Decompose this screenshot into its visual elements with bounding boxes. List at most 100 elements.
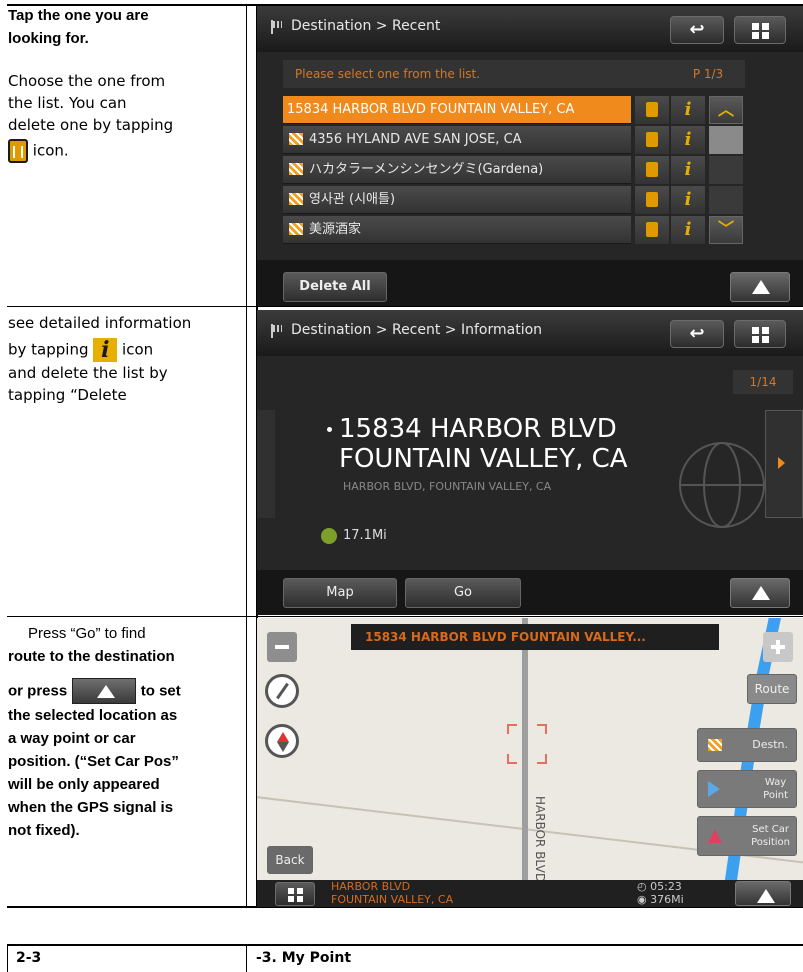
- footer-divider: [246, 946, 247, 972]
- prev-arrow[interactable]: [257, 410, 275, 518]
- trash-icon: [8, 139, 28, 163]
- info-icon[interactable]: i: [671, 216, 705, 244]
- list-item[interactable]: ハカタラーメンシンセングミ(Gardena): [283, 156, 631, 184]
- section-title: -3. My Point: [256, 950, 352, 966]
- current-city: FOUNTAIN VALLEY, CA: [331, 893, 454, 906]
- way-point-label: Point: [763, 790, 788, 801]
- instruction-line: to set: [140, 682, 181, 700]
- flag-icon: [708, 739, 722, 751]
- instruction-cell-2: see detailed information by tapping i ic…: [8, 312, 244, 406]
- distance-value: 17.1Mi: [343, 528, 387, 543]
- instruction-line: not fixed).: [8, 822, 80, 839]
- list-item-label: 15834 HARBOR BLVD FOUNTAIN VALLEY, CA: [287, 102, 575, 117]
- instruction-desc-line: icon.: [32, 141, 69, 160]
- way-point-label: Way: [764, 777, 787, 788]
- globe-icon: [679, 442, 765, 528]
- scroll-down-button[interactable]: ﹀: [709, 216, 743, 244]
- menu-grid-button[interactable]: [734, 320, 786, 348]
- menu-grid-button[interactable]: [275, 882, 315, 906]
- instruction-line: tapping “Delete: [8, 386, 127, 404]
- list-item[interactable]: 美源酒家: [283, 216, 631, 244]
- set-car-label: Set Car: [752, 824, 789, 835]
- instruction-cell-1: Tap the one you are looking for. Choose …: [8, 4, 244, 163]
- crosshair-icon: [507, 724, 547, 764]
- scrollbar-track[interactable]: [709, 186, 743, 214]
- trash-icon[interactable]: [635, 186, 669, 214]
- footer-rule: [7, 944, 803, 946]
- up-arrow-button[interactable]: [730, 578, 790, 608]
- scrollbar-track[interactable]: [709, 156, 743, 184]
- list-item[interactable]: 4356 HYLAND AVE SAN JOSE, CA: [283, 126, 631, 154]
- instruction-desc: Choose the one from the list. You can de…: [8, 70, 244, 163]
- screen-header: Destination > Recent: [257, 6, 803, 52]
- list-item-label: 4356 HYLAND AVE SAN JOSE, CA: [309, 132, 522, 147]
- destination-label: Destn.: [752, 738, 788, 751]
- set-car-label: Position: [751, 837, 790, 848]
- delete-all-button[interactable]: Delete All: [283, 272, 387, 302]
- trash-icon[interactable]: [635, 216, 669, 244]
- go-button[interactable]: Go: [405, 578, 521, 608]
- page-indicator: 1/14: [733, 370, 793, 394]
- instruction-title: Tap the one you are looking for.: [8, 4, 244, 50]
- address-title: 15834 HARBOR BLVD FOUNTAIN VALLEY, CA: [327, 414, 628, 474]
- instruction-line: and delete the list by: [8, 364, 168, 382]
- recent-list-screen: Destination > Recent Please select one f…: [257, 6, 803, 306]
- list-item[interactable]: 영사관 (시애틀): [283, 186, 631, 214]
- column-divider: [246, 4, 247, 908]
- scroll-up-button[interactable]: ︿: [709, 96, 743, 124]
- back-button[interactable]: [670, 320, 724, 348]
- list-item[interactable]: 15834 HARBOR BLVD FOUNTAIN VALLEY, CA: [283, 96, 631, 124]
- instruction-line: by tapping: [8, 340, 89, 359]
- north-arrow-icon[interactable]: [265, 724, 299, 758]
- information-screen: Destination > Recent > Information 1/14 …: [257, 310, 803, 615]
- map-button[interactable]: Map: [283, 578, 397, 608]
- instruction-line: route to the destination: [8, 648, 175, 665]
- instruction-line: Press “Go” to find: [28, 625, 146, 642]
- scrollbar-thumb[interactable]: [709, 126, 743, 154]
- instruction-line: will be only appeared: [8, 776, 160, 793]
- info-icon[interactable]: i: [671, 96, 705, 124]
- screen-header: Destination > Recent > Information: [257, 310, 803, 356]
- up-arrow-button[interactable]: [735, 881, 791, 906]
- page-number: 2-3: [16, 950, 42, 966]
- address-subtitle: HARBOR BLVD, FOUNTAIN VALLEY, CA: [343, 480, 552, 493]
- remaining-distance: 376Mi: [650, 893, 684, 906]
- waypoint-flag-icon: [708, 781, 720, 797]
- instruction-line: see detailed information: [8, 314, 192, 332]
- street-label: HARBOR BLVD: [533, 796, 547, 883]
- chevron-right-icon: [778, 457, 785, 469]
- map-screen: 15834 HARBOR BLVD FOUNTAIN VALLEY... HAR…: [257, 618, 803, 907]
- zoom-out-button[interactable]: [267, 632, 297, 662]
- trash-icon[interactable]: [635, 96, 669, 124]
- route-button[interactable]: Route: [747, 674, 797, 704]
- row-divider: [7, 616, 803, 617]
- info-icon[interactable]: i: [671, 126, 705, 154]
- trash-icon[interactable]: [635, 156, 669, 184]
- info-icon[interactable]: i: [671, 186, 705, 214]
- back-button[interactable]: [670, 16, 724, 44]
- arrival-time: 05:23: [650, 880, 682, 893]
- up-arrow-button[interactable]: [730, 272, 790, 302]
- way-point-button[interactable]: Way Point: [697, 770, 797, 808]
- destination-banner: 15834 HARBOR BLVD FOUNTAIN VALLEY...: [351, 624, 719, 650]
- address-line-1: 15834 HARBOR BLVD: [339, 414, 617, 444]
- list-item-label: 美源酒家: [309, 222, 362, 237]
- list-item-label: ハカタラーメンシンセングミ(Gardena): [309, 162, 544, 177]
- screen-title: Destination > Recent: [291, 18, 441, 34]
- menu-grid-button[interactable]: [734, 16, 786, 44]
- back-button[interactable]: Back: [267, 846, 313, 874]
- info-icon[interactable]: i: [671, 156, 705, 184]
- instruction-line: icon: [122, 340, 154, 359]
- trash-icon[interactable]: [635, 126, 669, 154]
- zoom-in-button[interactable]: [763, 632, 793, 662]
- destination-button[interactable]: Destn.: [697, 728, 797, 762]
- instruction-line: when the GPS signal is: [8, 799, 174, 816]
- set-car-position-button[interactable]: Set Car Position: [697, 816, 797, 856]
- next-button[interactable]: [765, 410, 803, 518]
- instruction-desc-line: the list. You can: [8, 94, 127, 112]
- page-indicator: P 1/3: [671, 60, 745, 88]
- address-line-2: FOUNTAIN VALLEY, CA: [339, 444, 628, 474]
- distance-icon: [321, 528, 337, 544]
- compass-icon[interactable]: [265, 674, 299, 708]
- instruction-line: or press: [8, 682, 68, 700]
